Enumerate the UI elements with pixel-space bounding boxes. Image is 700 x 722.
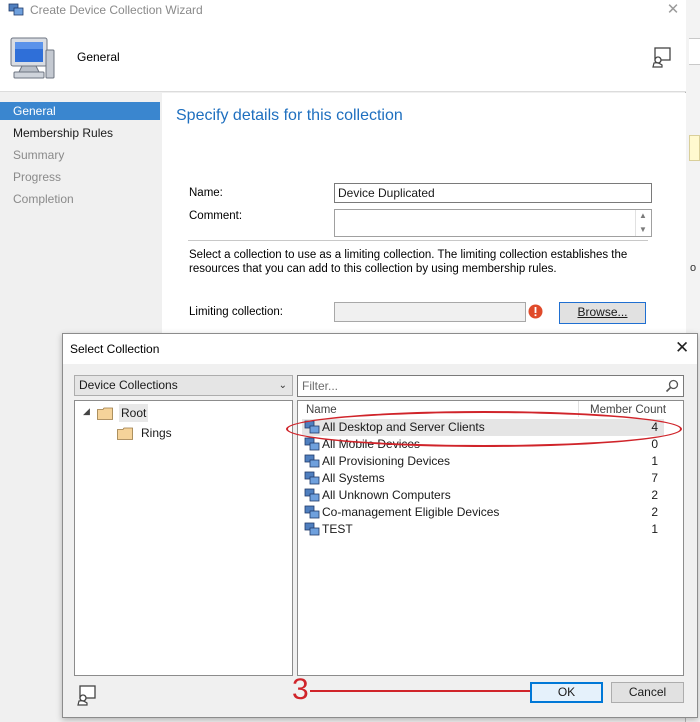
row-count: 1 [651, 454, 658, 468]
folder-tree: ◢ Root Rings [74, 400, 293, 676]
collection-icon [304, 471, 320, 485]
row-name: All Desktop and Server Clients [322, 420, 485, 434]
row-count: 4 [651, 420, 658, 434]
list-header: Name Member Count [298, 401, 683, 417]
nav-item-progress: Progress [13, 170, 62, 184]
row-count: 2 [651, 505, 658, 519]
help-icon[interactable] [75, 684, 97, 706]
nav-item-summary: Summary [13, 148, 65, 162]
column-header-member-count[interactable]: Member Count [590, 404, 666, 416]
chevron-down-icon: ⌄ [278, 380, 287, 391]
tree-node-label: Root [119, 404, 149, 422]
annotation-arrow-line [310, 690, 530, 692]
separator [188, 240, 648, 241]
ok-button[interactable]: OK [530, 682, 603, 703]
table-row[interactable]: TEST 1 [302, 521, 664, 538]
select-collection-dialog: Select Collection ✕ Device Collections ⌄… [62, 333, 698, 718]
collection-type-dropdown[interactable]: Device Collections ⌄ [74, 375, 293, 396]
limiting-collection-label: Limiting collection: [189, 306, 283, 318]
wizard-title: Create Device Collection Wizard [30, 3, 203, 17]
row-name: All Mobile Devices [322, 437, 421, 451]
collection-icon [304, 522, 320, 536]
tree-collapse-icon[interactable]: ◢ [83, 406, 90, 417]
row-name: TEST [322, 522, 353, 536]
table-row[interactable]: All Provisioning Devices 1 [302, 453, 664, 470]
collection-icon [304, 488, 320, 502]
nav-item-membership-rules[interactable]: Membership Rules [0, 124, 160, 142]
dialog-titlebar: Select Collection ✕ [63, 334, 697, 364]
comment-field[interactable]: ▲ ▼ [334, 209, 652, 237]
help-icon[interactable] [650, 46, 672, 68]
dropdown-value: Device Collections [79, 378, 178, 392]
collection-icon [304, 437, 320, 451]
dialog-close-icon[interactable]: ✕ [675, 338, 689, 358]
cancel-button[interactable]: Cancel [611, 682, 684, 703]
scroll-down-icon[interactable]: ▼ [639, 225, 647, 234]
collection-icon [304, 505, 320, 519]
row-name: Co-management Eligible Devices [322, 505, 500, 519]
collection-icon [304, 454, 320, 468]
scroll-up-icon[interactable]: ▲ [639, 211, 647, 220]
annotation-step-number: 3 [292, 673, 309, 706]
table-row[interactable]: All Systems 7 [302, 470, 664, 487]
filter-placeholder: Filter... [302, 379, 339, 393]
wizard-close-icon[interactable]: ✕ [664, 0, 682, 20]
table-row[interactable]: All Desktop and Server Clients 4 [302, 419, 664, 436]
row-name: All Unknown Computers [322, 488, 451, 502]
folder-icon [97, 407, 113, 420]
content-heading: Specify details for this collection [176, 107, 403, 124]
row-count: 2 [651, 488, 658, 502]
comment-label: Comment: [189, 210, 243, 222]
table-row[interactable]: Co-management Eligible Devices 2 [302, 504, 664, 521]
filter-input[interactable]: Filter... [297, 375, 684, 397]
row-count: 7 [651, 471, 658, 485]
header-page-name: General [77, 50, 120, 64]
background-notice-edge [689, 135, 700, 161]
table-row[interactable]: All Unknown Computers 2 [302, 487, 664, 504]
row-count: 0 [651, 437, 658, 451]
limiting-description: Select a collection to use as a limiting… [189, 249, 628, 275]
browse-button[interactable]: Browse... [559, 302, 646, 324]
app-icon [8, 3, 24, 16]
comment-scrollbar[interactable]: ▲ ▼ [635, 210, 651, 236]
collection-list: Name Member Count All Desktop and Server… [297, 400, 684, 676]
error-icon [528, 304, 543, 319]
nav-item-general[interactable]: General [0, 102, 160, 120]
background-partial-text: o [690, 262, 697, 274]
column-divider [578, 401, 579, 417]
background-panel-edge [689, 38, 700, 65]
dialog-title: Select Collection [70, 342, 160, 356]
wizard-titlebar: Create Device Collection Wizard ✕ [0, 0, 686, 22]
collection-icon [304, 420, 320, 434]
computer-icon [10, 37, 55, 79]
column-header-name[interactable]: Name [306, 404, 337, 416]
tree-node-label: Rings [141, 426, 172, 440]
row-count: 1 [651, 522, 658, 536]
table-row[interactable]: All Mobile Devices 0 [302, 436, 664, 453]
search-icon[interactable] [665, 379, 679, 393]
row-name: All Systems [322, 471, 385, 485]
wizard-header: General [0, 22, 686, 92]
folder-icon [117, 427, 133, 440]
name-label: Name: [189, 187, 223, 199]
row-name: All Provisioning Devices [322, 454, 451, 468]
browse-label: Browse... [577, 305, 628, 319]
nav-item-completion: Completion [13, 192, 74, 206]
name-field[interactable]: Device Duplicated [334, 183, 652, 203]
limiting-collection-field [334, 302, 526, 322]
